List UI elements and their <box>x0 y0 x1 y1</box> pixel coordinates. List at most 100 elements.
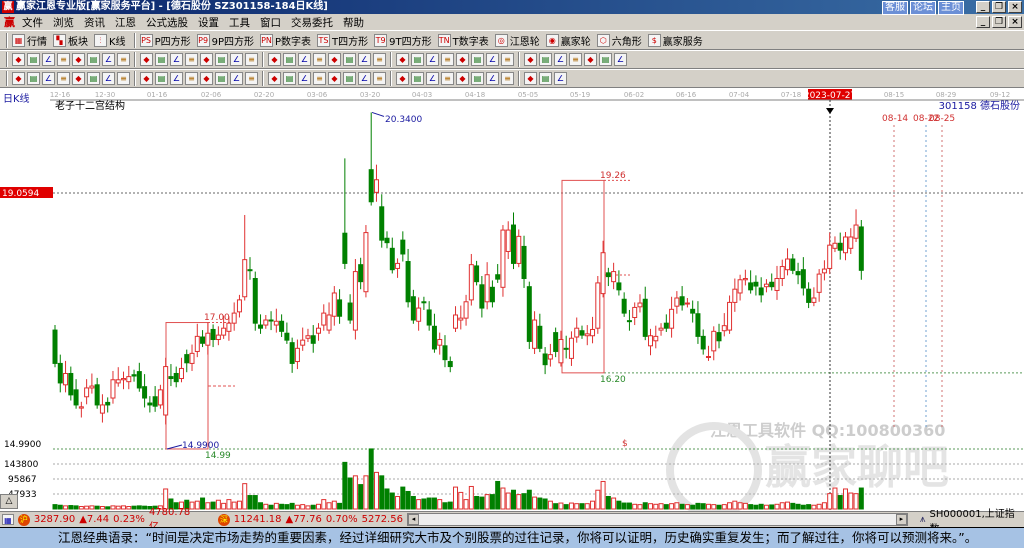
terminal-icon[interactable]: ∠ <box>614 53 627 66</box>
yin-yang-icon[interactable]: ▤ <box>539 72 552 85</box>
percent-icon[interactable]: ◆ <box>328 72 341 85</box>
diamond-icon[interactable]: ≡ <box>313 53 326 66</box>
menu-news[interactable]: 资讯 <box>79 15 110 30</box>
diamond-icon[interactable]: ∠ <box>358 53 371 66</box>
zigzag-icon[interactable]: ▤ <box>215 72 228 85</box>
restore-button[interactable]: ❐ <box>992 1 1006 13</box>
scroll-left-button[interactable]: ◂ <box>407 514 419 525</box>
toolbar-button-t9[interactable]: T9 9T四方形 <box>374 33 435 48</box>
table-icon[interactable]: ≡ <box>313 72 326 85</box>
candle-icon[interactable]: ▤ <box>27 53 40 66</box>
prev-icon[interactable]: ∠ <box>102 53 115 66</box>
triangle-icon[interactable]: ≡ <box>185 72 198 85</box>
calculator-icon[interactable]: ∠ <box>554 53 567 66</box>
toolbar-button-ts[interactable]: TS T四方形 <box>317 33 372 48</box>
spiral-icon[interactable]: ≡ <box>117 72 130 85</box>
kline-icon[interactable]: ∠ <box>42 53 55 66</box>
hand-icon[interactable]: ∠ <box>426 53 439 66</box>
diamond-icon[interactable]: ≡ <box>373 53 386 66</box>
ray-icon[interactable]: ≡ <box>245 72 258 85</box>
doc-close-button[interactable]: × <box>1008 16 1022 28</box>
diamond-icon[interactable]: ▤ <box>283 53 296 66</box>
toolbar-button-quote[interactable]: ▦ 行情 <box>12 33 51 48</box>
draw-text-icon[interactable]: ▤ <box>471 53 484 66</box>
scroll-right-button[interactable]: ▸ <box>895 514 907 525</box>
zoom-in-icon[interactable]: ≡ <box>245 53 258 66</box>
status-scrollbar[interactable]: ◂ ▸ <box>406 513 908 526</box>
angle-6-icon[interactable]: ≡ <box>501 72 514 85</box>
angle-4-icon[interactable]: ▤ <box>471 72 484 85</box>
play-icon[interactable]: ◆ <box>140 53 153 66</box>
line-h-icon[interactable]: ∠ <box>42 72 55 85</box>
close-button[interactable]: × <box>1008 1 1022 13</box>
diamond-icon[interactable]: ∠ <box>298 53 311 66</box>
rewind-icon[interactable]: ≡ <box>117 53 130 66</box>
doc-restore-button[interactable]: ❐ <box>992 16 1006 28</box>
toolbar-button-kline[interactable]: ⫶ K线 <box>94 33 130 48</box>
box-icon[interactable]: ◆ <box>140 72 153 85</box>
calendar-icon[interactable]: ▤ <box>539 53 552 66</box>
arrow-up-icon[interactable]: ◆ <box>200 53 213 66</box>
angle-2-icon[interactable]: ≡ <box>441 72 454 85</box>
customer-service-link[interactable]: 客服 <box>882 1 908 15</box>
arrow-down-icon[interactable]: ▤ <box>215 53 228 66</box>
angle-7-icon[interactable]: ◆ <box>524 72 537 85</box>
arrow-left-icon[interactable]: ≡ <box>185 53 198 66</box>
angle-3-icon[interactable]: ◆ <box>456 72 469 85</box>
arc-icon[interactable]: ▤ <box>155 72 168 85</box>
cycle-icon[interactable]: ∠ <box>102 72 115 85</box>
gann-grid-icon[interactable]: ∠ <box>230 72 243 85</box>
gold-4-icon[interactable]: ∠ <box>426 72 439 85</box>
fan-icon[interactable]: ◆ <box>72 72 85 85</box>
toolbar-button-winner-wheel[interactable]: ◉ 赢家轮 <box>545 33 595 48</box>
toolbar-button-pn[interactable]: PN P数字表 <box>260 33 315 48</box>
menu-gann[interactable]: 江恩 <box>110 15 141 30</box>
homepage-link[interactable]: 主页 <box>938 1 964 15</box>
menu-trade[interactable]: 交易委托 <box>286 15 338 30</box>
diamond-icon[interactable]: ▤ <box>411 53 424 66</box>
fibonacci-icon[interactable]: ◆ <box>268 72 281 85</box>
kline-chart[interactable]: 12-16 12-30 01-16 02-06 02-20 03-06 03-20 04-03… <box>0 88 1024 511</box>
wave-icon[interactable]: ◆ <box>200 72 213 85</box>
draw-line-icon[interactable]: ◆ <box>456 53 469 66</box>
menu-formula-screen[interactable]: 公式选股 <box>141 15 193 30</box>
menu-window[interactable]: 窗口 <box>255 15 286 30</box>
parallel-icon[interactable]: ▤ <box>283 72 296 85</box>
toolbar-button-sector[interactable]: ▚ 板块 <box>53 33 92 48</box>
toolbar-button-ps[interactable]: PS P四方形 <box>139 33 195 48</box>
toolbar-button-p9[interactable]: P9 9P四方形 <box>196 33 258 48</box>
angle-5-icon[interactable]: ∠ <box>486 72 499 85</box>
formula-icon[interactable]: ◆ <box>72 53 85 66</box>
last-icon[interactable]: ∠ <box>170 53 183 66</box>
doc-minimize-button[interactable]: _ <box>976 16 990 28</box>
bar-chart-icon[interactable]: ◆ <box>12 53 25 66</box>
first-icon[interactable]: ▤ <box>87 53 100 66</box>
ruler-icon[interactable]: ◆ <box>12 72 25 85</box>
angle-icon[interactable]: ∠ <box>170 72 183 85</box>
quote-list-icon[interactable]: ▦ <box>2 514 14 525</box>
pen-icon[interactable]: ∠ <box>486 53 499 66</box>
next-icon[interactable]: ▤ <box>155 53 168 66</box>
diamond-icon[interactable]: ▤ <box>343 53 356 66</box>
cross-icon[interactable]: ≡ <box>441 53 454 66</box>
arrow-right-icon[interactable]: ∠ <box>230 53 243 66</box>
toolbar-button-tn[interactable]: TN T数字表 <box>437 33 493 48</box>
toolbar-button-service[interactable]: $ 赢家服务 <box>647 33 707 48</box>
menu-settings[interactable]: 设置 <box>193 15 224 30</box>
toolbar-button-gann-wheel[interactable]: ◎ 江恩轮 <box>494 33 544 48</box>
gann-fan-icon[interactable]: ◆ <box>524 53 537 66</box>
diamond-icon[interactable]: ◆ <box>328 53 341 66</box>
line-v-icon[interactable]: ≡ <box>57 72 70 85</box>
menu-tools[interactable]: 工具 <box>224 15 255 30</box>
infinity-icon[interactable]: ∠ <box>554 72 567 85</box>
forum-link[interactable]: 论坛 <box>910 1 936 15</box>
channel-icon[interactable]: ▤ <box>87 72 100 85</box>
gold-3-icon[interactable]: ≡ <box>373 72 386 85</box>
zoom-out-icon[interactable]: ◆ <box>268 53 281 66</box>
gold-icon[interactable]: ▤ <box>343 72 356 85</box>
split-icon[interactable]: ▤ <box>411 72 424 85</box>
flag-icon[interactable]: ≡ <box>501 53 514 66</box>
diamond-icon[interactable]: ◆ <box>396 53 409 66</box>
report-icon[interactable]: ≡ <box>569 53 582 66</box>
speed-icon[interactable]: ∠ <box>298 72 311 85</box>
